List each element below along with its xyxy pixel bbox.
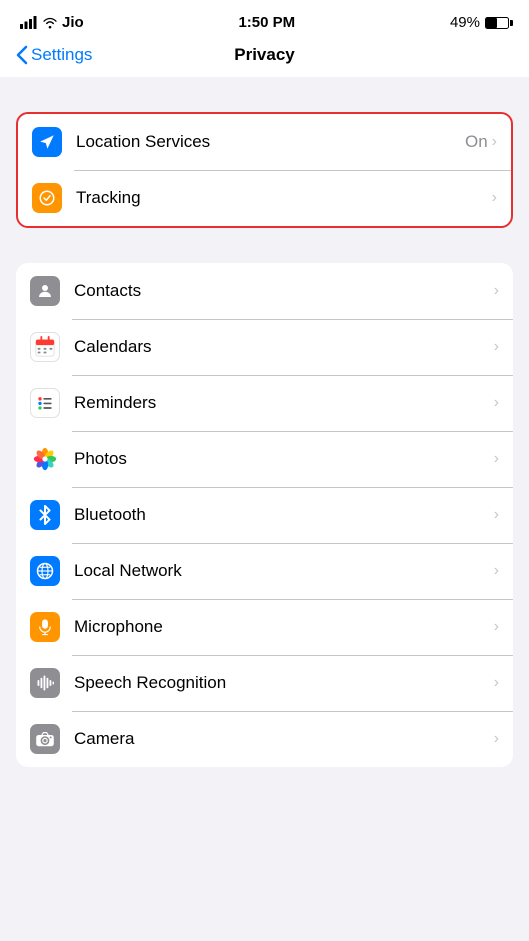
photos-chevron-area: › [494, 450, 499, 468]
bluetooth-row[interactable]: Bluetooth › [16, 487, 513, 543]
tracking-chevron: › [492, 189, 497, 207]
camera-row[interactable]: Camera › [16, 711, 513, 767]
reminders-list-icon [35, 393, 55, 413]
wifi-icon [42, 16, 58, 29]
waveform-icon [36, 674, 54, 692]
contacts-chevron-area: › [494, 282, 499, 300]
tracking-row[interactable]: Tracking › [18, 170, 511, 226]
back-label: Settings [31, 45, 92, 65]
microphone-icon [30, 612, 60, 642]
microphone-chevron-area: › [494, 618, 499, 636]
status-time: 1:50 PM [238, 14, 295, 31]
calendars-chevron-area: › [494, 338, 499, 356]
photos-row[interactable]: Photos › [16, 431, 513, 487]
bluetooth-label: Bluetooth [74, 505, 494, 525]
privacy-top-group: Location Services On › Tracking › [16, 112, 513, 228]
speech-recognition-label: Speech Recognition [74, 673, 494, 693]
contacts-chevron: › [494, 282, 499, 300]
location-services-icon [32, 127, 62, 157]
contacts-row[interactable]: Contacts › [16, 263, 513, 319]
camera-chevron: › [494, 730, 499, 748]
carrier-signal: Jio [20, 14, 84, 31]
calendars-label: Calendars [74, 337, 494, 357]
photos-icon [30, 444, 60, 474]
photos-label: Photos [74, 449, 494, 469]
reminders-chevron-area: › [494, 394, 499, 412]
status-bar: Jio 1:50 PM 49% [0, 0, 529, 39]
page-title: Privacy [234, 45, 295, 65]
tracking-symbol-icon [38, 189, 56, 207]
local-network-chevron-area: › [494, 562, 499, 580]
bluetooth-chevron: › [494, 506, 499, 524]
bluetooth-icon [30, 500, 60, 530]
location-services-status: On [465, 132, 488, 152]
reminders-icon [30, 388, 60, 418]
privacy-permissions-group: Contacts › Calendars › [16, 263, 513, 767]
battery-percent: 49% [450, 14, 480, 31]
photos-pinwheel-icon [32, 446, 58, 472]
carrier-name: Jio [62, 14, 84, 31]
reminders-row[interactable]: Reminders › [16, 375, 513, 431]
location-services-chevron: › [492, 133, 497, 151]
bluetooth-chevron-area: › [494, 506, 499, 524]
reminders-chevron: › [494, 394, 499, 412]
battery-area: 49% [450, 14, 509, 31]
calendars-chevron: › [494, 338, 499, 356]
location-services-value: On › [465, 132, 497, 152]
camera-icon [30, 724, 60, 754]
calendars-row[interactable]: Calendars › [16, 319, 513, 375]
speech-recognition-chevron-area: › [494, 674, 499, 692]
local-network-label: Local Network [74, 561, 494, 581]
microphone-symbol-icon [38, 617, 52, 637]
microphone-row[interactable]: Microphone › [16, 599, 513, 655]
contacts-icon [30, 276, 60, 306]
local-network-icon [30, 556, 60, 586]
tracking-chevron-area: › [492, 189, 497, 207]
contacts-person-icon [36, 282, 54, 300]
tracking-icon [32, 183, 62, 213]
local-network-chevron: › [494, 562, 499, 580]
camera-label: Camera [74, 729, 494, 749]
speech-recognition-row[interactable]: Speech Recognition › [16, 655, 513, 711]
contacts-label: Contacts [74, 281, 494, 301]
local-network-row[interactable]: Local Network › [16, 543, 513, 599]
back-button[interactable]: Settings [16, 45, 92, 65]
location-arrow-icon [38, 133, 56, 151]
bluetooth-symbol-icon [38, 505, 52, 525]
microphone-chevron: › [494, 618, 499, 636]
location-services-label: Location Services [76, 132, 465, 152]
tracking-label: Tracking [76, 188, 492, 208]
back-chevron-icon [16, 45, 28, 65]
speech-recognition-chevron: › [494, 674, 499, 692]
camera-chevron-area: › [494, 730, 499, 748]
photos-chevron: › [494, 450, 499, 468]
nav-bar: Settings Privacy [0, 39, 529, 77]
speech-recognition-icon [30, 668, 60, 698]
microphone-label: Microphone [74, 617, 494, 637]
reminders-label: Reminders [74, 393, 494, 413]
calendars-icon [30, 332, 60, 362]
location-services-row[interactable]: Location Services On › [18, 114, 511, 170]
signal-icon [20, 16, 38, 29]
camera-symbol-icon [35, 731, 55, 747]
battery-icon [485, 17, 509, 29]
globe-icon [36, 562, 54, 580]
calendars-calendar-icon [34, 336, 56, 358]
